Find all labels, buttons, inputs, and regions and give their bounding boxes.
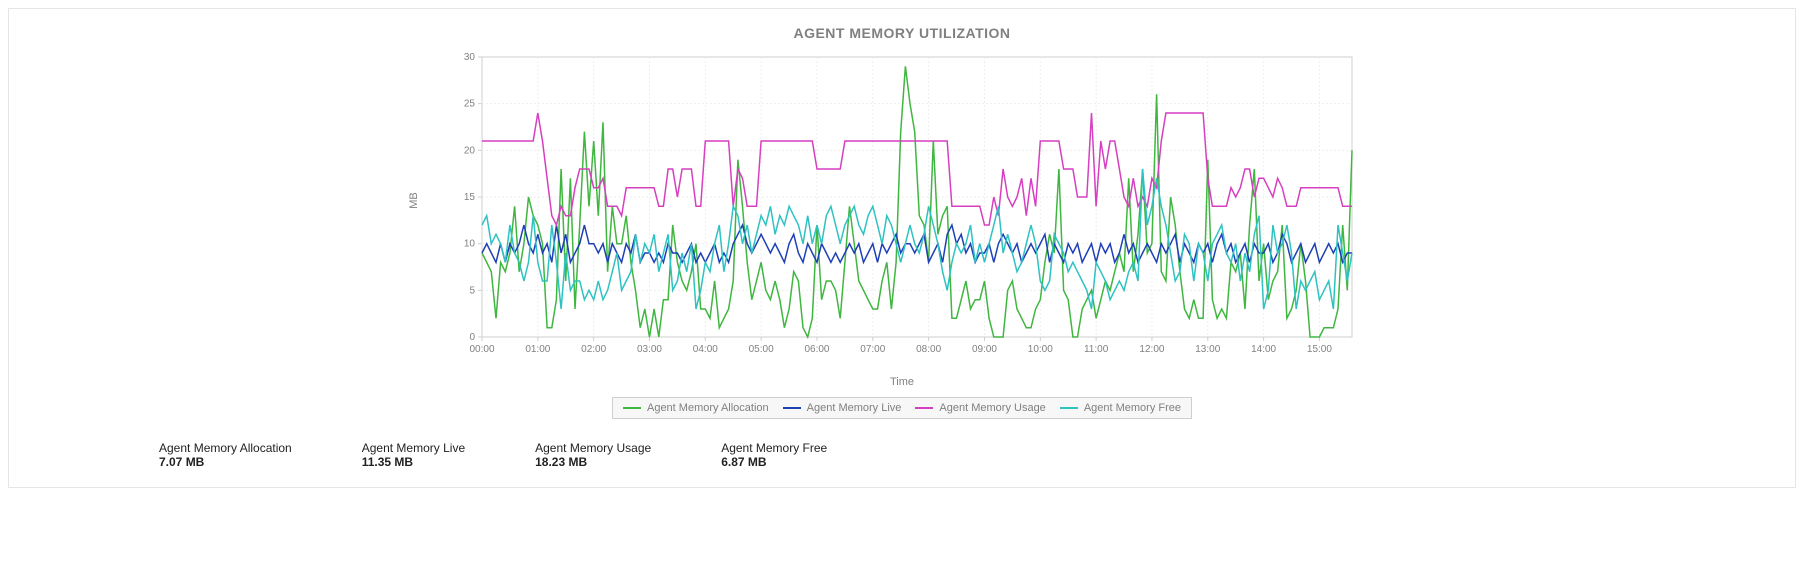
legend-swatch [1060, 407, 1078, 409]
y-axis-label: MB [408, 192, 420, 209]
svg-text:20: 20 [464, 145, 476, 156]
svg-text:10: 10 [464, 239, 476, 250]
stat-label: Agent Memory Free [721, 441, 827, 455]
svg-text:14:00: 14:00 [1251, 344, 1276, 355]
legend-swatch [915, 407, 933, 409]
legend-item[interactable]: Agent Memory Usage [915, 402, 1045, 414]
svg-text:15: 15 [464, 192, 476, 203]
svg-text:03:00: 03:00 [637, 344, 662, 355]
svg-text:12:00: 12:00 [1139, 344, 1164, 355]
svg-text:00:00: 00:00 [469, 344, 494, 355]
legend-item[interactable]: Agent Memory Free [1060, 402, 1181, 414]
legend-item[interactable]: Agent Memory Allocation [623, 402, 769, 414]
svg-text:13:00: 13:00 [1195, 344, 1220, 355]
stats-row: Agent Memory Allocation7.07 MBAgent Memo… [9, 419, 1795, 487]
legend-label: Agent Memory Free [1084, 402, 1181, 414]
svg-text:0: 0 [469, 332, 475, 343]
stat-value: 7.07 MB [159, 455, 292, 469]
svg-text:06:00: 06:00 [804, 344, 829, 355]
stat-value: 11.35 MB [362, 455, 465, 469]
stat-label: Agent Memory Allocation [159, 441, 292, 455]
chart-legend: Agent Memory Allocation Agent Memory Live… [612, 397, 1192, 419]
stat-block: Agent Memory Allocation7.07 MB [159, 441, 292, 469]
svg-text:11:00: 11:00 [1084, 344, 1109, 355]
legend-swatch [783, 407, 801, 409]
svg-text:09:00: 09:00 [972, 344, 997, 355]
svg-text:02:00: 02:00 [581, 344, 606, 355]
x-axis-label: Time [442, 376, 1362, 388]
legend-swatch [623, 407, 641, 409]
svg-text:30: 30 [464, 52, 476, 63]
stat-block: Agent Memory Usage18.23 MB [535, 441, 651, 469]
stat-label: Agent Memory Usage [535, 441, 651, 455]
stat-value: 6.87 MB [721, 455, 827, 469]
chart-area: MB 05101520253000:0001:0002:0003:0004:00… [442, 47, 1362, 387]
svg-text:25: 25 [464, 99, 476, 110]
memory-utilization-card: AGENT MEMORY UTILIZATION MB 0 5 10 15 20 25 30… [8, 8, 1796, 488]
svg-text:08:00: 08:00 [916, 344, 941, 355]
chart-title: AGENT MEMORY UTILIZATION [9, 9, 1795, 47]
svg-text:07:00: 07:00 [860, 344, 885, 355]
stat-block: Agent Memory Free6.87 MB [721, 441, 827, 469]
stat-block: Agent Memory Live11.35 MB [362, 441, 465, 469]
legend-item[interactable]: Agent Memory Live [783, 402, 902, 414]
svg-text:15:00: 15:00 [1307, 344, 1332, 355]
svg-text:04:00: 04:00 [693, 344, 718, 355]
line-chart: 0 5 10 15 20 25 30 00:00 01:00 02:00 03:00 04:00 05:… [442, 47, 1362, 367]
svg-text:01:00: 01:00 [525, 344, 550, 355]
stat-value: 18.23 MB [535, 455, 651, 469]
svg-text:5: 5 [469, 285, 475, 296]
legend-label: Agent Memory Live [807, 402, 902, 414]
legend-label: Agent Memory Usage [939, 402, 1045, 414]
svg-text:05:00: 05:00 [749, 344, 774, 355]
legend-label: Agent Memory Allocation [647, 402, 769, 414]
svg-text:10:00: 10:00 [1028, 344, 1053, 355]
stat-label: Agent Memory Live [362, 441, 465, 455]
